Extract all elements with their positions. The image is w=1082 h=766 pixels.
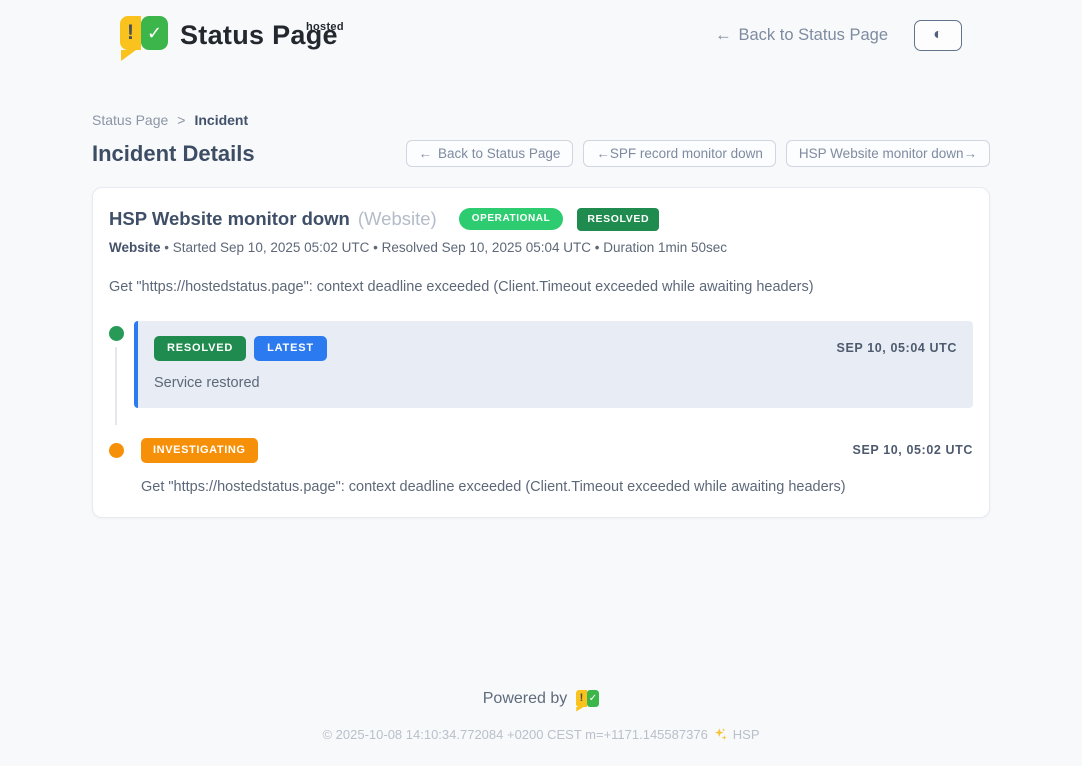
powered-by-label: Powered by: [483, 690, 568, 708]
next-incident-button[interactable]: HSP Website monitor down →: [786, 140, 990, 167]
title-row: Incident Details ← Back to Status Page ←…: [92, 140, 990, 167]
arrow-left-icon: ←: [596, 146, 610, 161]
checkmark-icon: ✓: [587, 690, 600, 707]
copyright-line: © 2025-10-08 14:10:34.772084 +0200 CEST …: [0, 727, 1082, 742]
back-link-label: Back to Status Page: [738, 26, 888, 45]
operational-status-badge: OPERATIONAL: [459, 208, 564, 230]
exclamation-icon: !: [576, 690, 586, 707]
bubble-tail: [576, 707, 584, 712]
logo-hosted-superscript: hosted: [306, 8, 344, 46]
breadcrumb-separator-icon: >: [177, 112, 185, 128]
back-button-label: Back to Status Page: [438, 146, 560, 161]
incident-meta: Website • Started Sep 10, 2025 05:02 UTC…: [109, 240, 973, 255]
timeline-dot-orange: [109, 443, 124, 458]
timeline-entry-badges: RESOLVED LATEST: [154, 336, 327, 361]
resolved-state-badge: RESOLVED: [577, 208, 659, 231]
header-actions: ← Back to Status Page ◐: [715, 20, 962, 51]
theme-toggle-button[interactable]: ◐: [914, 20, 962, 51]
incident-component: (Website): [358, 208, 437, 230]
latest-badge: LATEST: [254, 336, 327, 361]
arrow-right-icon: →: [964, 146, 978, 161]
logo-icon: ! ✓: [120, 16, 168, 54]
timeline-timestamp: SEP 10, 05:02 UTC: [853, 443, 973, 457]
timeline-entry-header: RESOLVED LATEST SEP 10, 05:04 UTC: [154, 336, 957, 361]
page-title: Incident Details: [92, 141, 255, 167]
timeline-connector-line: [115, 347, 117, 425]
timeline-message: Service restored: [154, 375, 957, 391]
timeline-entry-badges: INVESTIGATING: [141, 438, 258, 463]
bubble-tail: [121, 50, 136, 61]
half-circle-theme-icon: ◐: [933, 26, 943, 44]
copyright-suffix: HSP: [733, 727, 760, 742]
previous-incident-button[interactable]: ← SPF record monitor down: [583, 140, 776, 167]
logo-wordmark: Status Pagehosted: [180, 16, 338, 54]
incident-timeline: RESOLVED LATEST SEP 10, 05:04 UTC Servic…: [109, 321, 973, 495]
checkmark-icon: ✓: [141, 16, 168, 50]
monitor-name: Website: [109, 240, 161, 255]
next-incident-label: HSP Website monitor down: [799, 146, 964, 161]
timeline-entry-header: INVESTIGATING SEP 10, 05:02 UTC: [134, 438, 973, 463]
breadcrumb-status-page-link[interactable]: Status Page: [92, 112, 168, 128]
incident-card: HSP Website monitor down (Website) OPERA…: [92, 187, 990, 518]
timeline-timestamp: SEP 10, 05:04 UTC: [837, 341, 957, 355]
timeline-entry-investigating: INVESTIGATING SEP 10, 05:02 UTC Get "htt…: [109, 438, 973, 495]
timeline-message: Get "https://hostedstatus.page": context…: [134, 479, 973, 495]
main-content: Status Page > Incident Incident Details …: [92, 112, 990, 518]
header-back-to-status-page-link[interactable]: ← Back to Status Page: [715, 26, 888, 45]
exclamation-icon: !: [120, 16, 141, 50]
breadcrumb-current-incident: Incident: [194, 112, 248, 128]
timeline-dot-green: [109, 326, 124, 341]
timeline-update-card: RESOLVED LATEST SEP 10, 05:04 UTC Servic…: [134, 321, 973, 408]
app-header: ! ✓ Status Pagehosted ← Back to Status P…: [0, 0, 1082, 68]
powered-by: Powered by ! ✓: [0, 690, 1082, 709]
arrow-left-icon: ←: [715, 26, 732, 45]
breadcrumb: Status Page > Incident: [92, 112, 990, 128]
back-to-status-page-button[interactable]: ← Back to Status Page: [406, 140, 574, 167]
incident-title: HSP Website monitor down: [109, 208, 350, 230]
incident-title-row: HSP Website monitor down (Website) OPERA…: [109, 208, 973, 231]
copyright-text: © 2025-10-08 14:10:34.772084 +0200 CEST …: [322, 727, 707, 742]
powered-by-logo-icon[interactable]: ! ✓: [576, 690, 599, 709]
arrow-left-icon: ←: [419, 146, 433, 161]
resolved-badge: RESOLVED: [154, 336, 246, 361]
status-page-logo[interactable]: ! ✓ Status Pagehosted: [120, 16, 338, 54]
incident-description: Get "https://hostedstatus.page": context…: [109, 279, 973, 295]
incident-meta-details: • Started Sep 10, 2025 05:02 UTC • Resol…: [164, 240, 727, 255]
sparkles-icon: [713, 727, 728, 742]
incident-nav-buttons: ← Back to Status Page ← SPF record monit…: [406, 140, 990, 167]
investigating-badge: INVESTIGATING: [141, 438, 258, 463]
timeline-entry-resolved: RESOLVED LATEST SEP 10, 05:04 UTC Servic…: [109, 321, 973, 408]
site-footer: Powered by ! ✓ © 2025-10-08 14:10:34.772…: [0, 690, 1082, 766]
previous-incident-label: SPF record monitor down: [610, 146, 763, 161]
